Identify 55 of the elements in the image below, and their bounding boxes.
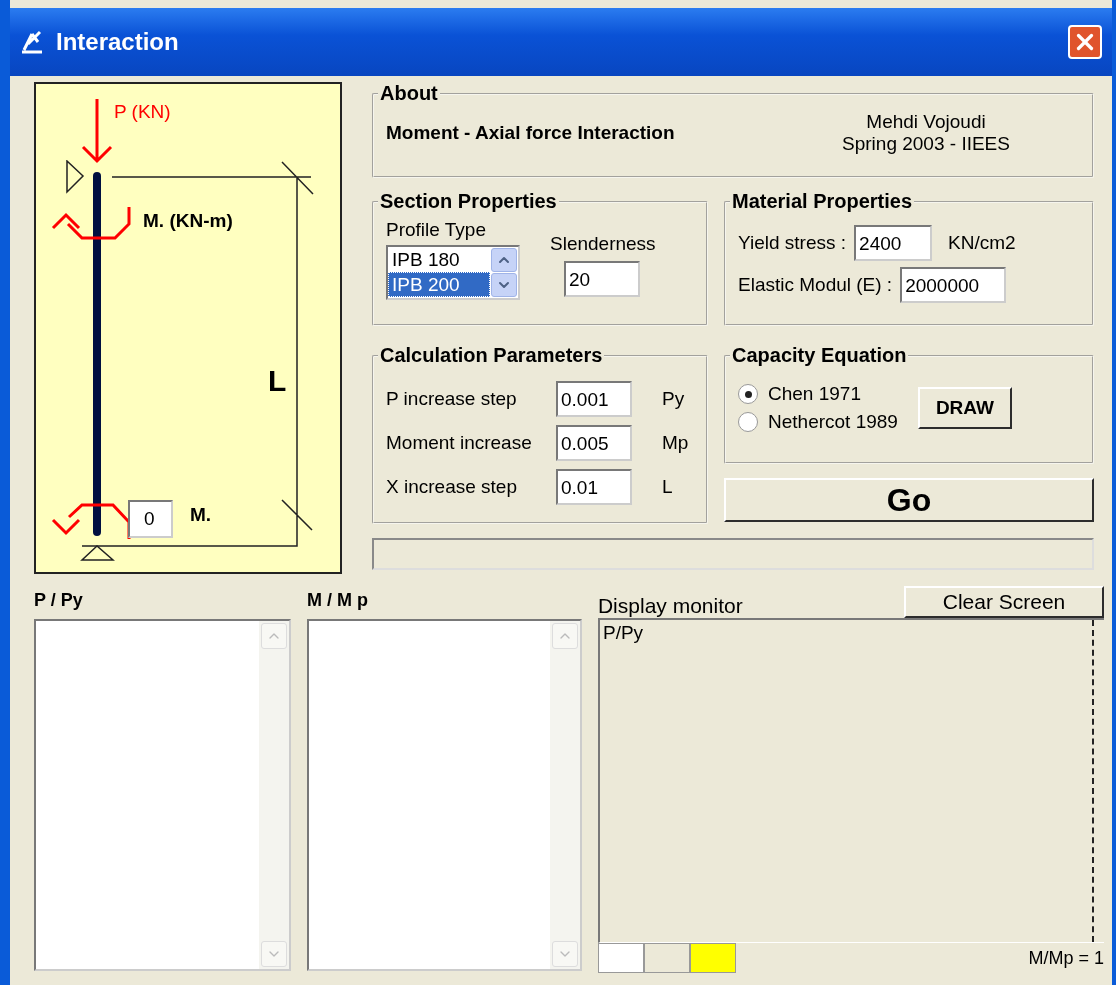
app-heading: Moment - Axial force Interaction (386, 122, 676, 144)
input-field[interactable]: 0.001 (556, 381, 632, 417)
author-name: Mehdi Vojoudi (865, 111, 987, 133)
unit-label: L (662, 476, 673, 498)
color-swatch[interactable] (689, 943, 736, 973)
group-title: Calculation Parameters (379, 344, 604, 367)
window-title: Interaction (56, 28, 180, 56)
length-label: L (268, 364, 287, 398)
field-label: Elastic Modul (E) : (738, 274, 893, 296)
axis-label: P/Py (602, 622, 644, 643)
scroll-up-icon[interactable] (491, 248, 517, 272)
profile-list[interactable]: IPB 180 IPB 200 (386, 245, 520, 300)
input-field[interactable]: 0.005 (556, 425, 632, 461)
radio-option[interactable]: Chen 1971 (738, 383, 898, 405)
option-label: Nethercot 1989 (768, 411, 898, 433)
unit-label: Mp (662, 432, 689, 454)
monitor-title: Display monitor (597, 594, 743, 618)
color-swatch[interactable] (597, 943, 644, 973)
field-label: P increase step (386, 388, 518, 410)
clear-screen-button[interactable]: Clear Screen (904, 586, 1104, 618)
go-button[interactable]: Go (724, 478, 1094, 522)
group-title: Capacity Equation (731, 344, 908, 367)
unit-label: KN/cm2 (948, 232, 1016, 254)
moment-label: M. (KN-m) (143, 210, 233, 232)
list-title: M / M p (307, 590, 369, 611)
load-arrow (80, 99, 114, 165)
draw-button[interactable]: DRAW (917, 387, 1012, 429)
result-list[interactable] (307, 619, 582, 971)
result-list[interactable] (34, 619, 291, 971)
field-label: X increase step (386, 476, 518, 498)
scale-label: M/Mp = 1 (1028, 947, 1104, 969)
slenderness-field[interactable]: 20 (564, 261, 640, 297)
list-item[interactable]: IPB 200 (388, 272, 490, 297)
scroll-down-icon[interactable] (491, 273, 517, 297)
moment-label: M. (190, 504, 212, 526)
moment-input[interactable]: 0 (128, 500, 173, 538)
radio-button[interactable] (738, 384, 758, 404)
unit-label: Py (662, 388, 685, 410)
group-title: Material Properties (731, 190, 914, 213)
field-label: Yield stress : (738, 232, 847, 254)
radio-button[interactable] (738, 412, 758, 432)
group-title: Section Properties (379, 190, 558, 213)
input-field[interactable]: 0.01 (556, 469, 632, 505)
input-field[interactable]: 2400 (854, 225, 933, 261)
option-label: Chen 1971 (768, 383, 861, 405)
radio-option[interactable]: Nethercot 1989 (738, 411, 898, 433)
load-label: P (KN) (114, 101, 171, 123)
field-label: Profile Type (386, 219, 487, 241)
color-swatch[interactable] (643, 943, 690, 973)
list-title: P / Py (34, 590, 84, 611)
credit-text: Spring 2003 - IIEES (841, 133, 1011, 155)
field-label: Slenderness (550, 233, 656, 255)
group-title: About (379, 82, 439, 105)
field-label: Moment increase (386, 432, 533, 454)
input-field[interactable]: 2000000 (900, 267, 1007, 303)
